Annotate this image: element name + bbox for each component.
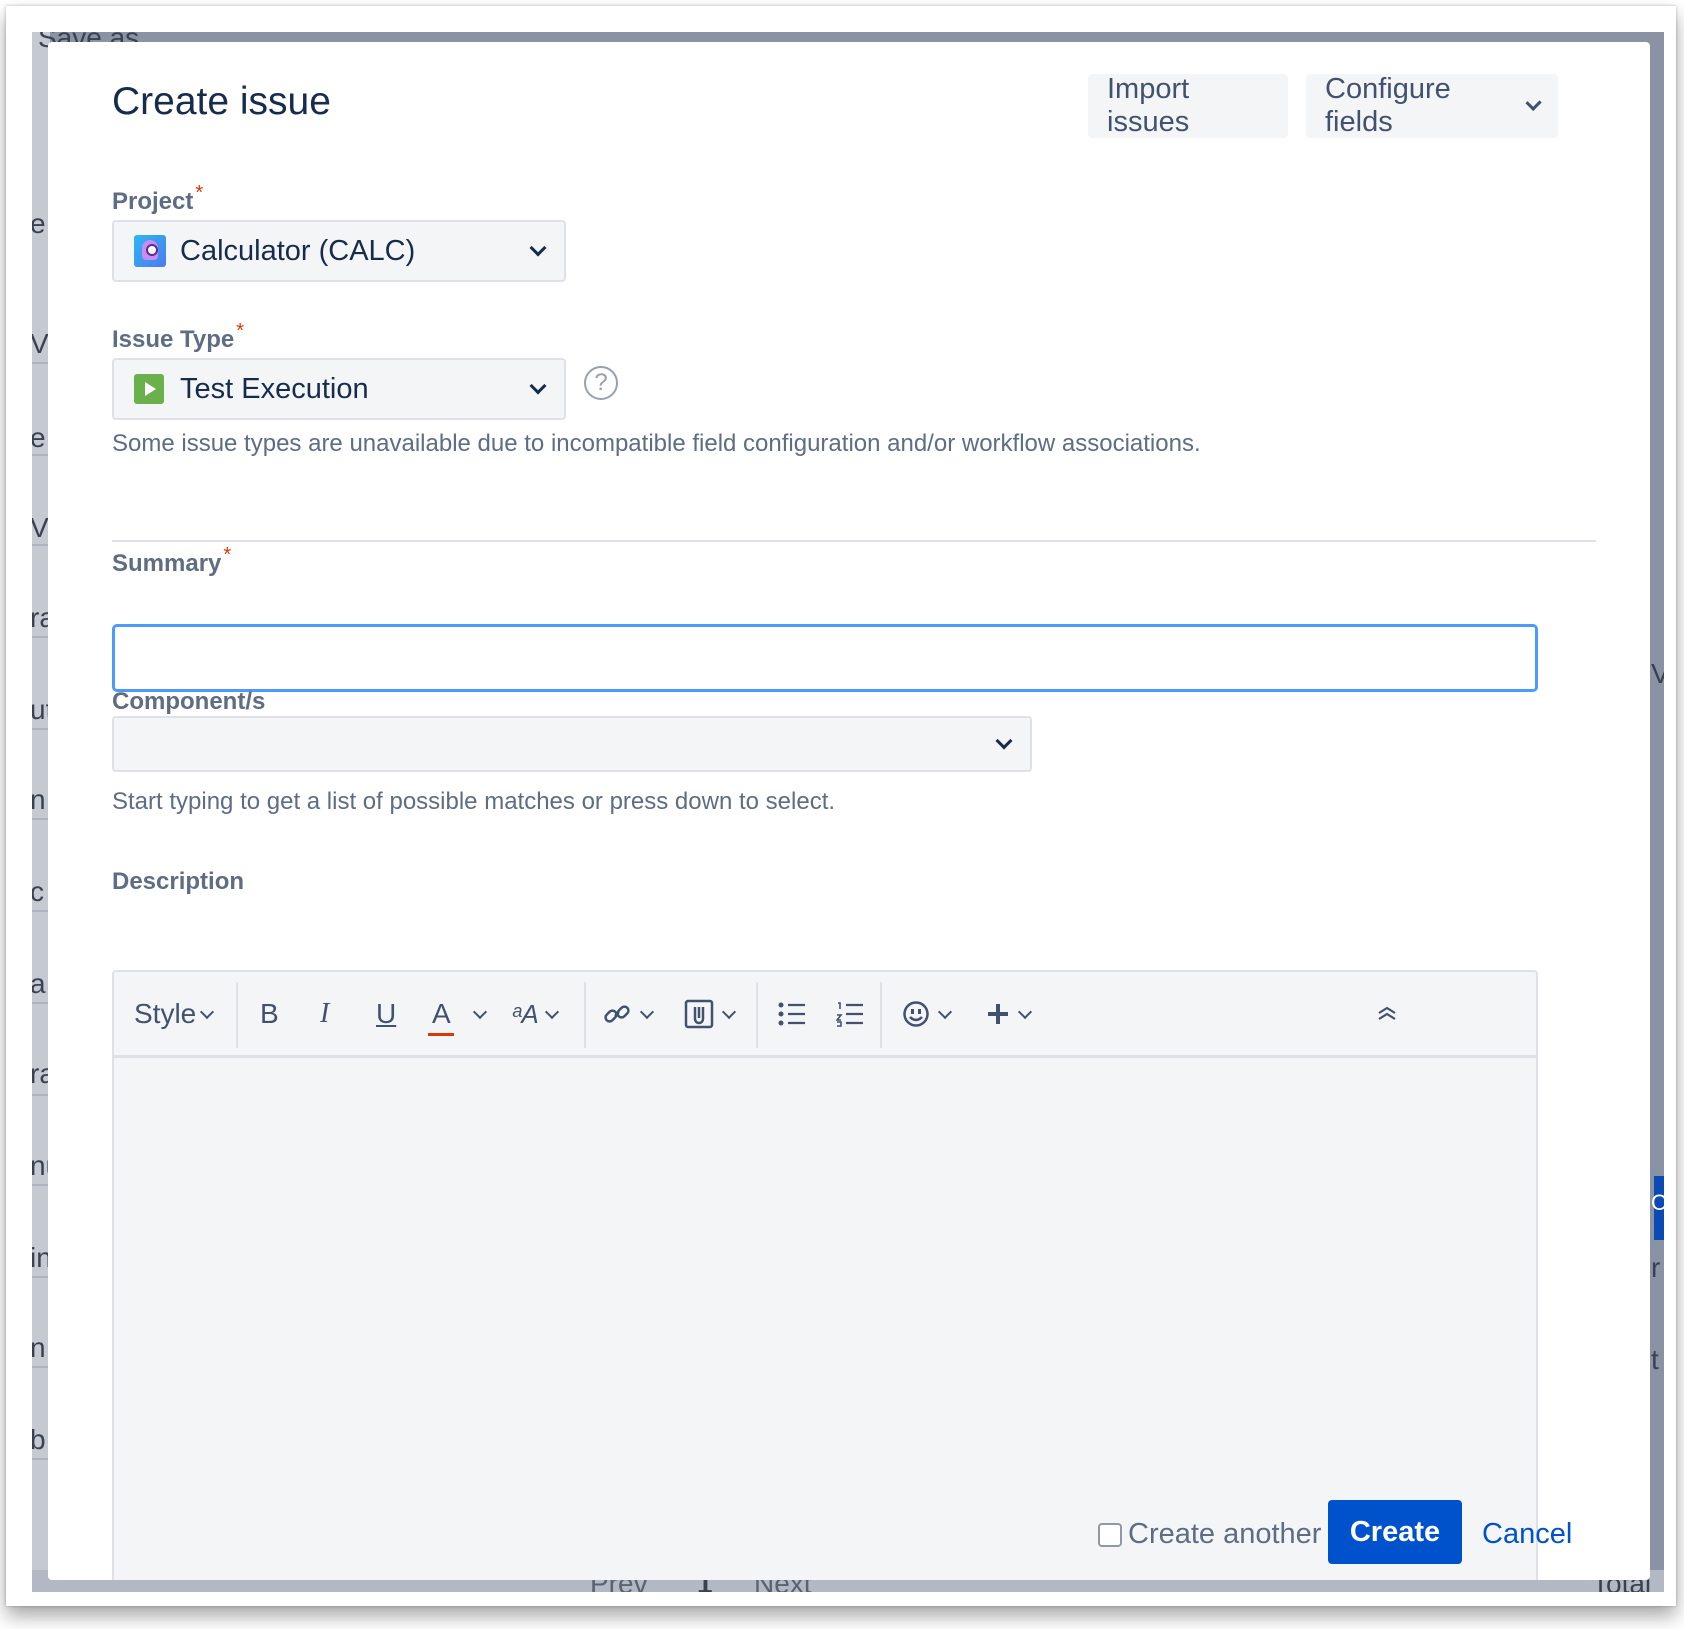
attachment-button[interactable] [684, 992, 737, 1036]
project-avatar-icon [134, 235, 166, 267]
project-select[interactable]: Calculator (CALC) [112, 220, 566, 282]
chevron-down-icon [529, 377, 547, 395]
chevron-down-icon [544, 1004, 559, 1019]
create-another-checkbox[interactable]: Create another [1098, 1518, 1321, 1551]
underline-button[interactable]: U [376, 992, 396, 1036]
insert-more-button[interactable] [986, 992, 1033, 1036]
bullet-list-button[interactable] [778, 992, 806, 1036]
backdrop-text: e [32, 422, 46, 453]
test-execution-icon [134, 374, 164, 404]
backdrop-text: a [32, 968, 46, 999]
numbered-list-button[interactable] [836, 992, 864, 1036]
components-select[interactable] [112, 716, 1032, 772]
toolbar-separator [584, 982, 586, 1048]
issue-type-select-value: Test Execution [180, 372, 369, 405]
underline-icon: U [376, 998, 397, 1029]
summary-label: Summary * [112, 544, 231, 578]
help-icon[interactable]: ? [584, 366, 618, 400]
text-color-icon: A [428, 998, 454, 1036]
more-formatting-button[interactable]: ᵃA [512, 992, 559, 1036]
chevron-down-icon [529, 239, 547, 257]
text-color-glyph: A [432, 998, 451, 1029]
project-label: Project * [112, 182, 203, 216]
numbered-list-icon [836, 1002, 863, 1027]
bold-button[interactable]: B [260, 992, 279, 1036]
toolbar-separator [756, 982, 758, 1048]
create-button[interactable]: Create [1328, 1500, 1462, 1564]
style-dropdown[interactable]: Style [134, 992, 215, 1036]
chevron-down-icon [472, 1004, 487, 1019]
import-issues-label: Import issues [1107, 73, 1190, 138]
chevron-down-icon [1525, 94, 1542, 112]
components-hint: Start typing to get a list of possible m… [112, 788, 836, 815]
backdrop-text: C [1651, 1190, 1664, 1215]
create-issue-dialog: Create issue Import issues Configure fie… [48, 42, 1650, 1580]
summary-label-text: Summary [112, 550, 222, 577]
description-editor: Style B I U A ᵃA [112, 970, 1538, 1580]
editor-toolbar: Style B I U A ᵃA [114, 972, 1536, 1058]
chevron-down-icon [200, 1004, 215, 1019]
backdrop-text: n [32, 1332, 46, 1363]
double-chevron-up-icon [1378, 1006, 1396, 1020]
required-asterisk: * [223, 544, 232, 566]
more-formatting-icon: ᵃA [512, 998, 539, 1029]
chevron-down-icon [1017, 1004, 1033, 1019]
components-label: Component/s [112, 688, 266, 715]
style-dropdown-label: Style [134, 998, 197, 1029]
emoji-button[interactable] [902, 992, 953, 1036]
backdrop-text: V [1651, 658, 1664, 689]
dialog-title: Create issue [112, 80, 331, 123]
backdrop-text: n [32, 784, 46, 815]
issue-type-select[interactable]: Test Execution [112, 358, 566, 420]
configure-fields-label: Configure fields [1325, 73, 1451, 138]
section-divider [112, 540, 1596, 542]
backdrop-text: t [1651, 1344, 1659, 1375]
backdrop-text: b [32, 1424, 46, 1455]
text-color-bar [428, 1033, 454, 1036]
project-label-text: Project [112, 188, 194, 215]
italic-button[interactable]: I [320, 992, 329, 1036]
create-another-label: Create another [1128, 1518, 1322, 1550]
link-button[interactable] [602, 992, 655, 1036]
plus-icon [988, 1004, 1008, 1024]
import-issues-button[interactable]: Import issues [1088, 73, 1288, 138]
chevron-down-icon [937, 1004, 953, 1019]
summary-input[interactable] [112, 624, 1538, 692]
description-label: Description [112, 868, 245, 895]
screenshot-frame: Save as e: Vie e Ve ra ut n c a ra nu in… [6, 6, 1676, 1606]
configure-fields-button[interactable]: Configure fields [1306, 73, 1558, 138]
italic-icon: I [320, 998, 330, 1029]
toolbar-separator [880, 982, 882, 1048]
issue-type-hint: Some issue types are unavailable due to … [112, 430, 1201, 457]
link-icon [604, 1005, 630, 1023]
issue-type-label-text: Issue Type [112, 326, 235, 353]
bullet-list-icon [778, 1002, 805, 1026]
toolbar-separator [236, 982, 238, 1048]
required-asterisk: * [236, 320, 245, 342]
chevron-down-icon [995, 732, 1013, 750]
chevron-down-icon [639, 1004, 655, 1019]
attachment-icon [684, 999, 714, 1029]
required-asterisk: * [195, 182, 204, 204]
backdrop-text: c [32, 876, 44, 907]
backdrop-text: r [1651, 1252, 1661, 1283]
issue-type-label: Issue Type * [112, 320, 244, 354]
project-select-value: Calculator (CALC) [180, 234, 416, 267]
chevron-down-icon [721, 1004, 737, 1019]
checkbox-box[interactable] [1098, 1522, 1122, 1547]
cancel-link[interactable]: Cancel [1482, 1518, 1572, 1551]
bold-icon: B [260, 998, 279, 1029]
collapse-toolbar-button[interactable] [1376, 992, 1398, 1036]
emoji-icon [903, 1001, 929, 1027]
text-color-button[interactable]: A [428, 992, 487, 1036]
